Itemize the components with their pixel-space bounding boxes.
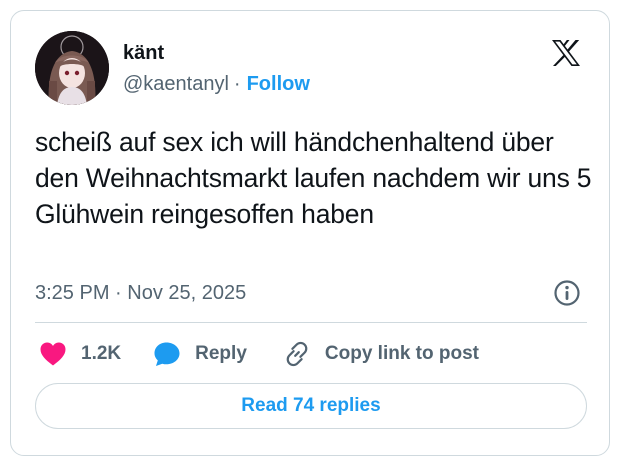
reply-button[interactable]: Reply — [153, 341, 283, 367]
avatar-image — [35, 31, 109, 105]
like-button[interactable]: 1.2K — [39, 341, 153, 367]
author-display-name[interactable]: känt — [123, 41, 164, 65]
copy-link-label: Copy link to post — [324, 343, 479, 364]
tweet-date: Nov 25, 2025 — [127, 282, 247, 304]
tweet-timestamp[interactable]: 3:25 PM · Nov 25, 2025 — [35, 281, 246, 305]
read-replies-label: Read 74 replies — [241, 395, 381, 416]
author-handle[interactable]: @kaentanyl — [123, 73, 229, 95]
read-replies-button[interactable]: Read 74 replies — [35, 383, 587, 429]
tweet-time: 3:25 PM — [35, 282, 110, 304]
x-logo-icon[interactable] — [551, 39, 581, 67]
divider — [35, 322, 587, 323]
handle-separator: · — [233, 73, 241, 95]
author-handle-row: @kaentanyl · Follow — [123, 72, 310, 96]
tweet-embed-card: känt @kaentanyl · Follow scheiß auf sex ic… — [10, 10, 610, 456]
copy-link-button[interactable]: Copy link to post — [283, 340, 479, 368]
heart-icon — [40, 342, 66, 366]
like-count: 1.2K — [81, 343, 122, 364]
tweet-text: scheiß auf sex ich will händchenhaltend … — [35, 127, 592, 229]
timestamp-separator: · — [115, 282, 122, 304]
reply-label: Reply — [195, 343, 247, 364]
reply-bubble-icon — [154, 342, 180, 366]
action-bar: 1.2K Reply Copy link to post — [39, 339, 479, 369]
info-icon[interactable] — [553, 279, 581, 307]
follow-button[interactable]: Follow — [247, 73, 310, 95]
avatar[interactable] — [35, 31, 109, 105]
link-icon — [286, 341, 308, 367]
